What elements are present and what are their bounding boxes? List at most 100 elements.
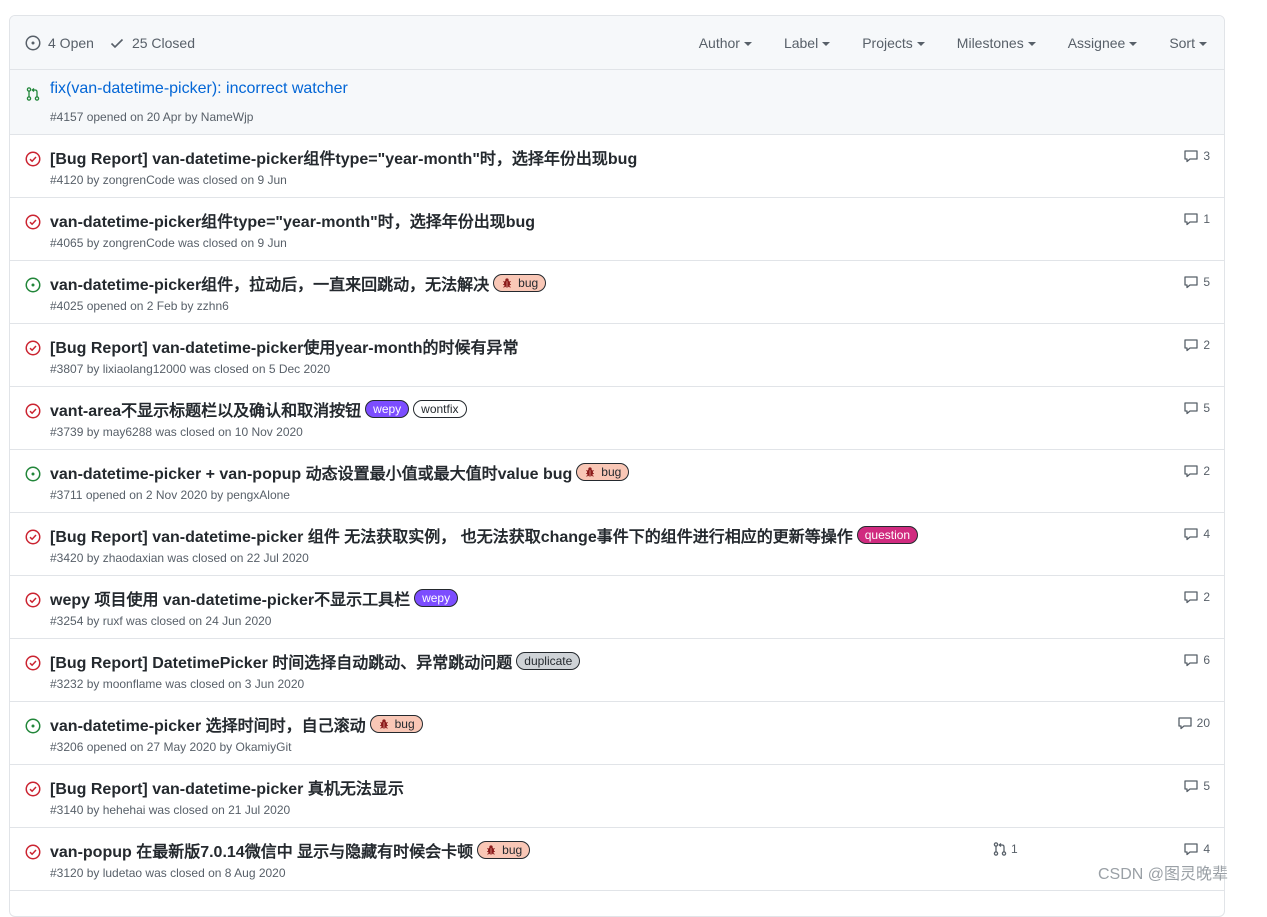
projects-filter-label: Projects	[862, 34, 913, 51]
issue-opened-icon	[25, 277, 41, 293]
comment-count[interactable]: 2	[1183, 463, 1210, 479]
issue-title-link[interactable]: van-datetime-picker + van-popup 动态设置最小值或…	[50, 460, 572, 484]
label-wepy[interactable]: wepy	[414, 589, 459, 607]
issue-title-link[interactable]: van-datetime-picker 选择时间时，自己滚动	[50, 712, 366, 736]
issue-title-line: van-datetime-picker + van-popup 动态设置最小值或…	[50, 460, 630, 484]
issue-title-link[interactable]: vant-area不显示标题栏以及确认和取消按钮	[50, 397, 361, 421]
comment-count[interactable]: 2	[1183, 337, 1210, 353]
comment-number: 2	[1203, 590, 1210, 604]
issue-title-line: vant-area不显示标题栏以及确认和取消按钮 wepy wontfix	[50, 397, 467, 421]
issues-header: 4 Open 25 Closed Author Label Projects M…	[10, 16, 1224, 70]
issue-title-link[interactable]: van-datetime-picker组件type="year-month"时，…	[50, 208, 535, 232]
label-wepy[interactable]: wepy	[365, 400, 410, 418]
issue-list: [Bug Report] van-datetime-picker组件type="…	[10, 135, 1224, 891]
comment-number: 6	[1203, 653, 1210, 667]
comment-number: 4	[1203, 842, 1210, 856]
caret-down-icon	[1199, 41, 1207, 46]
author-filter[interactable]: Author	[699, 35, 752, 51]
issues-box: 4 Open 25 Closed Author Label Projects M…	[9, 15, 1225, 917]
comment-count[interactable]: 1	[1183, 211, 1210, 227]
comment-count[interactable]: 6	[1183, 652, 1210, 668]
bug-icon	[379, 719, 388, 729]
pr-meta: #4157 opened on 20 Apr by NameWjp	[50, 110, 254, 124]
bug-icon	[487, 845, 496, 855]
label-question[interactable]: question	[856, 526, 919, 544]
pr-title-line: fix(van-datetime-picker): incorrect watc…	[50, 80, 348, 98]
issue-title-link[interactable]: [Bug Report] van-datetime-picker组件type="…	[50, 145, 637, 169]
issue-closed-icon	[25, 781, 41, 797]
issue-meta: #3206 opened on 27 May 2020 by OkamiyGit	[50, 740, 292, 754]
issue-title-link[interactable]: van-datetime-picker组件，拉动后，一直来回跳动，无法解决	[50, 271, 489, 295]
label-text: bug	[394, 717, 415, 731]
comment-icon	[1184, 213, 1198, 226]
issue-meta: #3140 by hehehai was closed on 21 Jul 20…	[50, 803, 291, 817]
assignee-filter[interactable]: Assignee	[1068, 35, 1138, 51]
label-bug[interactable]: bug	[493, 274, 547, 292]
issue-title-link[interactable]: [Bug Report] van-datetime-picker 真机无法显示	[50, 775, 404, 799]
sort-filter[interactable]: Sort	[1169, 35, 1207, 51]
issue-meta: #3807 by lixiaolang12000 was closed on 5…	[50, 362, 331, 376]
issue-title-link[interactable]: van-popup 在最新版7.0.14微信中 显示与隐藏有时候会卡顿	[50, 838, 473, 862]
comment-icon	[1184, 591, 1198, 604]
assignee-filter-label: Assignee	[1067, 34, 1126, 51]
projects-filter[interactable]: Projects	[862, 35, 925, 51]
issue-row: [Bug Report] DatetimePicker 时间选择自动跳动、异常跳…	[10, 639, 1224, 702]
issue-title-link[interactable]: [Bug Report] van-datetime-picker使用year-m…	[50, 334, 519, 358]
issue-meta: #3711 opened on 2 Nov 2020 by pengxAlone	[50, 488, 290, 502]
issue-title-link[interactable]: [Bug Report] van-datetime-picker 组件 无法获取…	[50, 523, 853, 547]
issue-row: [Bug Report] van-datetime-picker 组件 无法获取…	[10, 513, 1224, 576]
comment-icon	[1184, 465, 1198, 478]
comment-number: 5	[1203, 401, 1210, 415]
closed-filter-button[interactable]: 25 Closed	[109, 35, 195, 51]
label-bug[interactable]: bug	[477, 841, 531, 859]
label-text: wontfix	[421, 402, 459, 416]
pull-request-icon	[26, 87, 40, 101]
comment-icon	[1184, 150, 1198, 163]
issue-title-link[interactable]: wepy 项目使用 van-datetime-picker不显示工具栏	[50, 586, 410, 610]
issue-row: van-datetime-picker组件type="year-month"时，…	[10, 198, 1224, 261]
issue-meta: #3254 by ruxf was closed on 24 Jun 2020	[50, 614, 272, 628]
comment-count[interactable]: 4	[1183, 841, 1210, 857]
comment-icon	[1177, 717, 1192, 730]
issue-row: [Bug Report] van-datetime-picker使用year-m…	[10, 324, 1224, 387]
comment-count[interactable]: 5	[1183, 778, 1210, 794]
comment-icon	[1184, 276, 1198, 289]
comment-count[interactable]: 2	[1183, 589, 1210, 605]
pr-title-link[interactable]: fix(van-datetime-picker): incorrect watc…	[50, 80, 348, 98]
label-filter[interactable]: Label	[784, 35, 831, 51]
label-text: question	[864, 528, 911, 542]
author-filter-label: Author	[698, 34, 740, 51]
issue-opened-icon	[25, 466, 41, 482]
label-bug[interactable]: bug	[369, 715, 423, 733]
issue-meta: #4025 opened on 2 Feb by zzhn6	[50, 299, 229, 313]
comment-number: 1	[1203, 212, 1210, 226]
label-bug[interactable]: bug	[576, 463, 630, 481]
label-duplicate[interactable]: duplicate	[516, 652, 581, 670]
label-wontfix[interactable]: wontfix	[413, 400, 467, 418]
comment-icon	[1184, 654, 1198, 667]
issue-title-line: van-popup 在最新版7.0.14微信中 显示与隐藏有时候会卡顿 bug	[50, 838, 531, 862]
caret-down-icon	[743, 41, 752, 46]
comment-number: 4	[1203, 527, 1210, 541]
linked-pr-count[interactable]: 1	[992, 841, 1018, 857]
issue-opened-icon	[25, 718, 41, 734]
issue-closed-icon	[25, 340, 41, 356]
comment-count[interactable]: 5	[1183, 400, 1210, 416]
issue-title-line: [Bug Report] DatetimePicker 时间选择自动跳动、异常跳…	[50, 649, 581, 673]
issue-title-line: van-datetime-picker组件，拉动后，一直来回跳动，无法解决 bug	[50, 271, 547, 295]
comment-icon	[1184, 843, 1198, 856]
comment-count[interactable]: 20	[1177, 715, 1210, 731]
comment-count[interactable]: 5	[1183, 274, 1210, 290]
open-count-label: 4 Open	[48, 34, 94, 51]
comment-count[interactable]: 4	[1183, 526, 1210, 542]
comment-number: 2	[1203, 464, 1210, 478]
open-filter-button[interactable]: 4 Open	[25, 35, 94, 51]
label-text: duplicate	[524, 654, 573, 668]
issue-closed-icon	[25, 214, 41, 230]
milestones-filter[interactable]: Milestones	[957, 35, 1036, 51]
issue-meta: #4065 by zongrenCode was closed on 9 Jun	[50, 236, 287, 250]
state-toggle: 4 Open 25 Closed	[25, 35, 195, 51]
comment-count[interactable]: 3	[1183, 148, 1210, 164]
issue-title-link[interactable]: [Bug Report] DatetimePicker 时间选择自动跳动、异常跳…	[50, 649, 512, 673]
issue-title-line: [Bug Report] van-datetime-picker 真机无法显示	[50, 775, 404, 799]
